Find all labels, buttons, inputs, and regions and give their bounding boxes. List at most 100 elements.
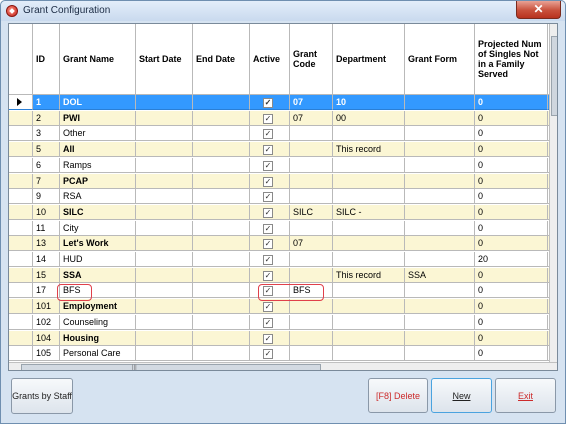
- cell-id[interactable]: 10: [33, 204, 60, 220]
- row-selector[interactable]: [9, 95, 33, 110]
- active-checkbox[interactable]: ✓: [263, 302, 273, 313]
- table-row[interactable]: 14 HUD ✓ 20: [9, 252, 557, 267]
- cell-active[interactable]: ✓: [250, 204, 290, 220]
- cell-grant-name[interactable]: SSA: [60, 267, 136, 283]
- table-row[interactable]: 11 City ✓ 0: [9, 220, 557, 236]
- cell-grant-name[interactable]: Ramps: [60, 157, 136, 173]
- cell-projected[interactable]: 20: [475, 252, 548, 267]
- cell-active[interactable]: ✓: [250, 110, 290, 126]
- cell-end-date[interactable]: [193, 314, 250, 330]
- cell-end-date[interactable]: [193, 95, 250, 110]
- cell-start-date[interactable]: [136, 299, 193, 315]
- column-header-active[interactable]: Active: [250, 24, 290, 95]
- cell-id[interactable]: 104: [33, 330, 60, 346]
- active-checkbox[interactable]: ✓: [263, 207, 273, 218]
- cell-grant-form[interactable]: [405, 95, 475, 110]
- cell-id[interactable]: 1: [33, 95, 60, 110]
- cell-start-date[interactable]: [136, 95, 193, 110]
- cell-department[interactable]: [333, 220, 405, 236]
- cell-end-date[interactable]: [193, 110, 250, 126]
- cell-start-date[interactable]: [136, 252, 193, 267]
- cell-grant-form[interactable]: [405, 157, 475, 173]
- cell-grant-form[interactable]: [405, 283, 475, 299]
- table-row[interactable]: 6 Ramps ✓ 0: [9, 157, 557, 173]
- row-selector[interactable]: [9, 330, 33, 346]
- cell-projected[interactable]: 0: [475, 189, 548, 205]
- cell-start-date[interactable]: [136, 283, 193, 299]
- active-checkbox[interactable]: ✓: [263, 317, 273, 328]
- cell-grant-form[interactable]: [405, 110, 475, 126]
- cell-active[interactable]: ✓: [250, 314, 290, 330]
- row-selector[interactable]: [9, 220, 33, 236]
- cell-start-date[interactable]: [136, 330, 193, 346]
- cell-start-date[interactable]: [136, 204, 193, 220]
- active-checkbox[interactable]: ✓: [263, 239, 273, 250]
- cell-grant-name[interactable]: Other: [60, 126, 136, 142]
- table-row[interactable]: 5 All ✓ This record 0: [9, 142, 557, 158]
- cell-start-date[interactable]: [136, 173, 193, 189]
- cell-department[interactable]: [333, 346, 405, 362]
- row-selector[interactable]: [9, 157, 33, 173]
- vertical-scroll-thumb[interactable]: [551, 36, 557, 116]
- delete-button[interactable]: [F8] Delete: [368, 378, 428, 413]
- cell-grant-form[interactable]: [405, 299, 475, 315]
- cell-id[interactable]: 13: [33, 236, 60, 252]
- table-row[interactable]: 1 DOL ✓ 07 10 0: [9, 95, 557, 110]
- cell-department[interactable]: 10: [333, 95, 405, 110]
- cell-grant-form[interactable]: [405, 314, 475, 330]
- cell-end-date[interactable]: [193, 330, 250, 346]
- active-checkbox[interactable]: ✓: [263, 349, 273, 360]
- cell-grant-code[interactable]: [290, 126, 333, 142]
- cell-id[interactable]: 6: [33, 157, 60, 173]
- cell-department[interactable]: [333, 330, 405, 346]
- column-header-grant-name[interactable]: Grant Name: [60, 24, 136, 95]
- cell-id[interactable]: 15: [33, 267, 60, 283]
- active-checkbox[interactable]: ✓: [263, 129, 273, 140]
- cell-end-date[interactable]: [193, 189, 250, 205]
- new-button[interactable]: New: [431, 378, 492, 413]
- cell-grant-name[interactable]: SILC: [60, 204, 136, 220]
- cell-grant-form[interactable]: [405, 346, 475, 362]
- cell-projected[interactable]: 0: [475, 346, 548, 362]
- cell-start-date[interactable]: [136, 346, 193, 362]
- row-selector[interactable]: [9, 110, 33, 126]
- cell-end-date[interactable]: [193, 283, 250, 299]
- table-row[interactable]: 15 SSA ✓ This record SSA 0: [9, 267, 557, 283]
- column-header-grant-code[interactable]: Grant Code: [290, 24, 333, 95]
- cell-active[interactable]: ✓: [250, 346, 290, 362]
- active-checkbox[interactable]: ✓: [263, 145, 273, 156]
- cell-projected[interactable]: 0: [475, 126, 548, 142]
- cell-end-date[interactable]: [193, 299, 250, 315]
- cell-projected[interactable]: 0: [475, 157, 548, 173]
- cell-start-date[interactable]: [136, 220, 193, 236]
- cell-id[interactable]: 14: [33, 252, 60, 267]
- cell-grant-form[interactable]: [405, 173, 475, 189]
- cell-projected[interactable]: 0: [475, 110, 548, 126]
- cell-end-date[interactable]: [193, 173, 250, 189]
- cell-grant-code[interactable]: [290, 314, 333, 330]
- cell-active[interactable]: ✓: [250, 220, 290, 236]
- cell-grant-code[interactable]: [290, 330, 333, 346]
- cell-active[interactable]: ✓: [250, 157, 290, 173]
- table-row[interactable]: 104 Housing ✓ 0: [9, 330, 557, 346]
- column-header-id[interactable]: ID: [33, 24, 60, 95]
- row-selector[interactable]: [9, 236, 33, 252]
- active-checkbox[interactable]: ✓: [263, 223, 273, 234]
- cell-grant-code[interactable]: [290, 189, 333, 205]
- column-header-end-date[interactable]: End Date: [193, 24, 250, 95]
- cell-projected[interactable]: 0: [475, 220, 548, 236]
- cell-projected[interactable]: 0: [475, 330, 548, 346]
- table-row[interactable]: 2 PWI ✓ 07 00 0: [9, 110, 557, 126]
- column-header-projected[interactable]: Projected Num of Singles Not in a Family…: [475, 24, 548, 95]
- cell-department[interactable]: [333, 173, 405, 189]
- cell-grant-name[interactable]: Employment: [60, 299, 136, 315]
- cell-grant-code[interactable]: 07: [290, 110, 333, 126]
- cell-grant-form[interactable]: [405, 220, 475, 236]
- cell-end-date[interactable]: [193, 126, 250, 142]
- cell-start-date[interactable]: [136, 267, 193, 283]
- cell-department[interactable]: [333, 236, 405, 252]
- active-checkbox[interactable]: ✓: [263, 270, 273, 281]
- cell-grant-code[interactable]: 07: [290, 236, 333, 252]
- cell-active[interactable]: ✓: [250, 142, 290, 158]
- cell-end-date[interactable]: [193, 252, 250, 267]
